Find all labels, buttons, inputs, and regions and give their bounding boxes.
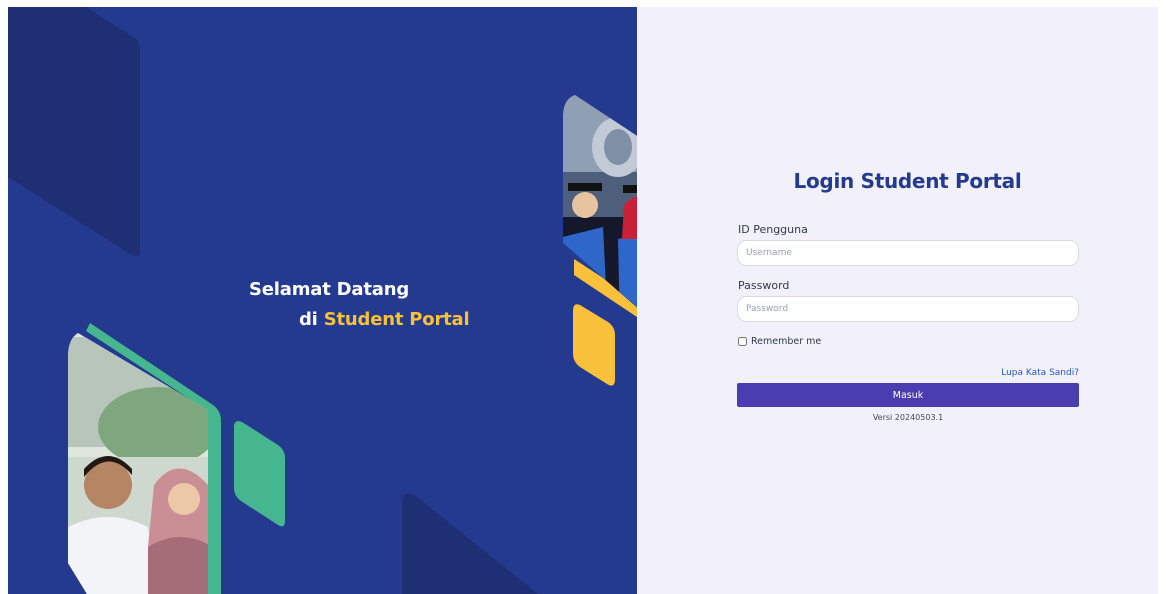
welcome-accent: Student Portal bbox=[323, 309, 470, 330]
remember-label[interactable]: Remember me bbox=[751, 336, 821, 347]
login-button[interactable]: Masuk bbox=[737, 383, 1079, 407]
welcome-subheading: di Student Portal bbox=[299, 309, 470, 330]
graduates-photo bbox=[563, 95, 637, 317]
students-photo bbox=[68, 333, 208, 594]
remember-row: Remember me bbox=[737, 334, 1079, 348]
yellow-shape bbox=[573, 304, 615, 386]
forgot-row: Lupa Kata Sandi? bbox=[737, 360, 1079, 378]
username-input[interactable] bbox=[737, 240, 1079, 266]
welcome-prefix: di bbox=[299, 309, 324, 330]
decorative-shapes bbox=[8, 7, 637, 594]
version-text: Versi 20240503.1 bbox=[872, 413, 944, 422]
dark-shape-top-left bbox=[8, 7, 140, 257]
login-title: Login Student Portal bbox=[793, 169, 1022, 193]
username-label: ID Pengguna bbox=[738, 223, 808, 236]
password-input[interactable] bbox=[737, 296, 1079, 322]
login-form: ID Pengguna Password Remember me Lupa Ka… bbox=[737, 223, 1079, 422]
dark-shape-bottom bbox=[402, 493, 538, 594]
welcome-panel: Selamat Datang di Student Portal bbox=[8, 7, 637, 594]
password-label: Password bbox=[738, 279, 790, 292]
remember-checkbox[interactable] bbox=[738, 336, 747, 346]
green-shape bbox=[234, 421, 285, 527]
forgot-password-link[interactable]: Lupa Kata Sandi? bbox=[1001, 368, 1079, 378]
login-page: Selamat Datang di Student Portal Login S… bbox=[8, 7, 1158, 594]
welcome-heading: Selamat Datang bbox=[249, 279, 409, 300]
login-panel: Login Student Portal ID Pengguna Passwor… bbox=[637, 7, 1158, 594]
